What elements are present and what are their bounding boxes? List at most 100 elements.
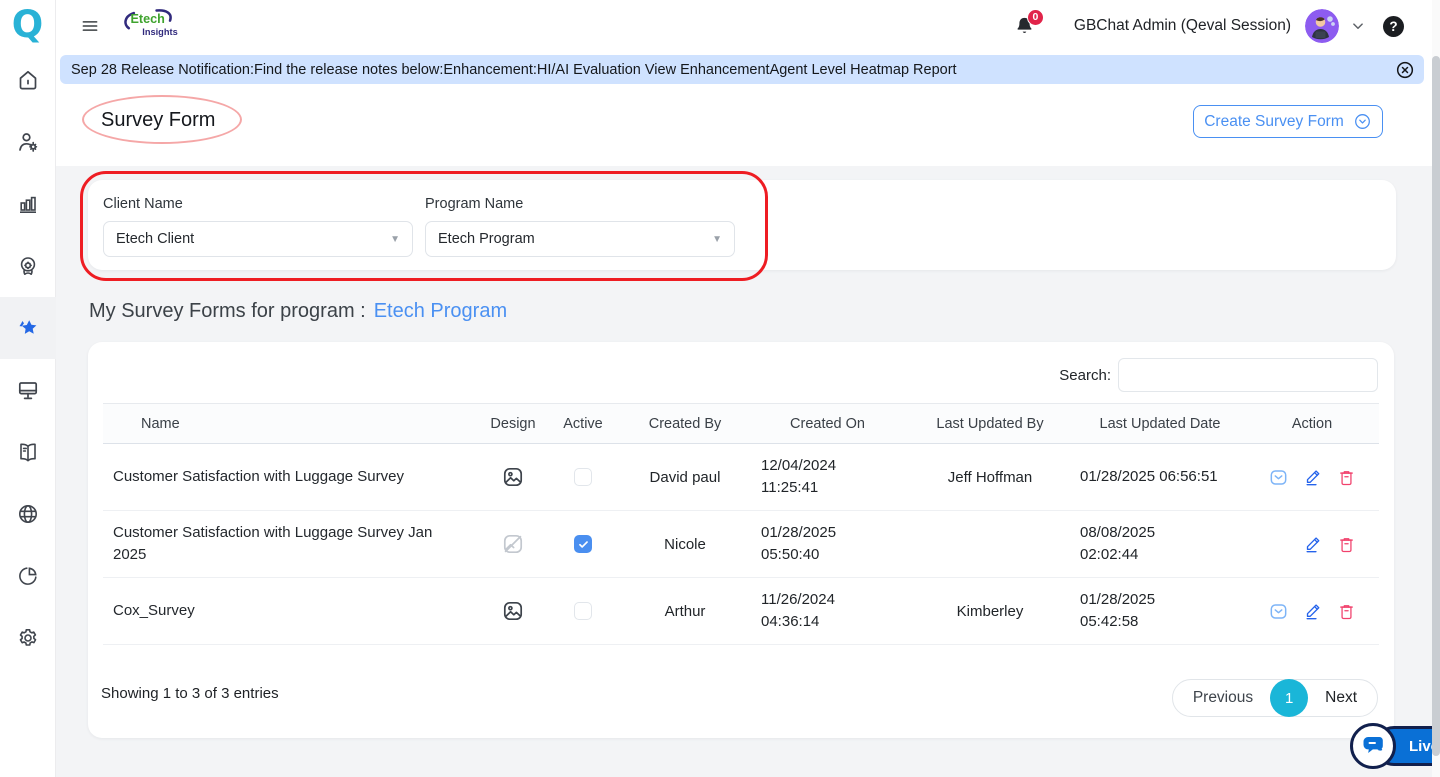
- user-gear-icon: [16, 130, 40, 154]
- topbar: Etech Insights 0 GBChat Admin (Qeval Ses…: [56, 0, 1440, 52]
- star-icon: [16, 316, 40, 340]
- column-header-last-updated-date[interactable]: Last Updated Date: [1075, 403, 1245, 444]
- column-header-last-updated-by[interactable]: Last Updated By: [905, 403, 1075, 444]
- sidebar-item-users[interactable]: [0, 111, 56, 173]
- gear-icon: [16, 626, 40, 650]
- created-on: 01/28/2025 05:50:40: [750, 510, 905, 578]
- search-label: Search:: [1059, 366, 1111, 384]
- last-updated-by: Jeff Hoffman: [905, 443, 1075, 511]
- created-by: David paul: [620, 443, 750, 511]
- sidebar-item-analytics[interactable]: [0, 545, 56, 607]
- delete-action-icon[interactable]: [1337, 535, 1356, 554]
- column-header-active[interactable]: Active: [546, 403, 620, 444]
- chevron-down-icon[interactable]: [1349, 17, 1367, 35]
- survey-name: Customer Satisfaction with Luggage Surve…: [103, 510, 480, 578]
- column-header-design[interactable]: Design: [480, 403, 546, 444]
- created-by: Arthur: [620, 577, 750, 645]
- program-name-select[interactable]: Etech Program ▼: [425, 221, 735, 257]
- sidebar-item-surveys[interactable]: [0, 297, 56, 359]
- circle-chevron-icon: [1353, 112, 1372, 131]
- mail-action-icon[interactable]: [1268, 601, 1289, 622]
- client-name-value: Etech Client: [116, 231, 195, 247]
- monitor-icon: [16, 378, 40, 402]
- select-caret-icon: ▼: [712, 233, 722, 245]
- home-icon: [16, 68, 40, 92]
- column-header-action[interactable]: Action: [1245, 403, 1379, 444]
- scrollbar-thumb[interactable]: [1432, 56, 1440, 756]
- last-updated-by: Kimberley: [905, 577, 1075, 645]
- design-image-icon[interactable]: [501, 599, 525, 623]
- chat-bubble-icon: [1359, 732, 1387, 760]
- sidebar-item-reports[interactable]: [0, 173, 56, 235]
- filters-card: Client Name Etech Client ▼ Program Name …: [88, 180, 1396, 270]
- select-caret-icon: ▼: [390, 233, 400, 245]
- header-section: Etech Insights 0 GBChat Admin (Qeval Ses…: [56, 0, 1440, 166]
- column-header-created-on[interactable]: Created On: [750, 403, 905, 444]
- content-area: Etech Insights 0 GBChat Admin (Qeval Ses…: [56, 0, 1440, 777]
- active-checkbox[interactable]: [574, 468, 592, 487]
- banner-close-icon[interactable]: [1395, 60, 1415, 80]
- sidebar-item-quality[interactable]: [0, 235, 56, 297]
- survey-name: Customer Satisfaction with Luggage Surve…: [103, 443, 480, 511]
- active-checkbox[interactable]: [574, 602, 592, 621]
- last-updated-date: 08/08/2025 02:02:44: [1075, 510, 1245, 578]
- logo-line1: Etech: [130, 12, 164, 26]
- edit-action-icon[interactable]: [1303, 601, 1323, 621]
- notification-bell-icon[interactable]: 0: [1013, 8, 1044, 38]
- survey-name: Cox_Survey: [103, 577, 480, 645]
- previous-page-button[interactable]: Previous: [1173, 689, 1270, 707]
- table-row: Customer Satisfaction with Luggage Surve…: [103, 510, 1379, 578]
- help-icon[interactable]: ?: [1383, 15, 1404, 37]
- notification-badge: 0: [1026, 8, 1044, 26]
- program-link[interactable]: Etech Program: [374, 300, 507, 323]
- release-banner-text: Sep 28 Release Notification:Find the rel…: [71, 61, 957, 78]
- survey-table-card: Search: Name Design Active Created By Create…: [88, 342, 1394, 738]
- pie-chart-icon: [16, 564, 40, 588]
- menu-icon[interactable]: [80, 16, 100, 36]
- edit-action-icon[interactable]: [1303, 534, 1323, 554]
- search-row: Search:: [1059, 358, 1378, 392]
- create-survey-form-label: Create Survey Form: [1204, 112, 1344, 130]
- etech-insights-logo: Etech Insights: [117, 6, 181, 47]
- column-header-created-by[interactable]: Created By: [620, 403, 750, 444]
- row-actions: [1268, 601, 1356, 622]
- table-row: Customer Satisfaction with Luggage Surve…: [103, 443, 1379, 511]
- current-page-button[interactable]: 1: [1270, 679, 1309, 717]
- mail-action-icon[interactable]: [1268, 467, 1289, 488]
- sidebar: Q: [0, 0, 56, 777]
- globe-icon: [16, 502, 40, 526]
- column-header-name[interactable]: Name: [103, 403, 480, 444]
- topbar-right: 0 GBChat Admin (Qeval Session) ?: [1013, 0, 1404, 52]
- sidebar-item-monitor[interactable]: [0, 359, 56, 421]
- create-survey-form-button[interactable]: Create Survey Form: [1193, 105, 1383, 138]
- next-page-button[interactable]: Next: [1308, 689, 1377, 707]
- search-input[interactable]: [1118, 358, 1378, 392]
- created-on: 12/04/2024 11:25:41: [750, 443, 905, 511]
- design-image-icon[interactable]: [501, 465, 525, 489]
- sidebar-item-settings[interactable]: [0, 607, 56, 669]
- delete-action-icon[interactable]: [1337, 602, 1356, 621]
- logo-line2: Insights: [142, 26, 177, 36]
- last-updated-date: 01/28/2025 06:56:51: [1075, 443, 1245, 511]
- qeval-logo[interactable]: Q: [7, 5, 49, 45]
- sidebar-item-home[interactable]: [0, 49, 56, 111]
- program-name-value: Etech Program: [438, 231, 535, 247]
- sidebar-item-library[interactable]: [0, 421, 56, 483]
- client-name-select[interactable]: Etech Client ▼: [103, 221, 413, 257]
- user-session-label: GBChat Admin (Qeval Session): [1073, 17, 1291, 34]
- created-by: Nicole: [620, 510, 750, 578]
- row-actions: [1268, 467, 1356, 488]
- created-on: 11/26/2024 04:36:14: [750, 577, 905, 645]
- scrollbar-track: [1432, 0, 1440, 777]
- edit-action-icon[interactable]: [1303, 467, 1323, 487]
- delete-action-icon[interactable]: [1337, 468, 1356, 487]
- avatar[interactable]: [1305, 9, 1339, 43]
- active-checkbox[interactable]: [574, 535, 592, 554]
- table-row: Cox_Survey Arthur 11/26/2024 04:36:14 Kimber…: [103, 577, 1379, 645]
- last-updated-by: [905, 510, 1075, 578]
- sidebar-item-web[interactable]: [0, 483, 56, 545]
- row-actions: [1268, 534, 1356, 555]
- table-header-row: Name Design Active Created By Created On Last…: [103, 403, 1379, 444]
- client-name-label: Client Name: [103, 196, 183, 212]
- last-updated-date: 01/28/2025 05:42:58: [1075, 577, 1245, 645]
